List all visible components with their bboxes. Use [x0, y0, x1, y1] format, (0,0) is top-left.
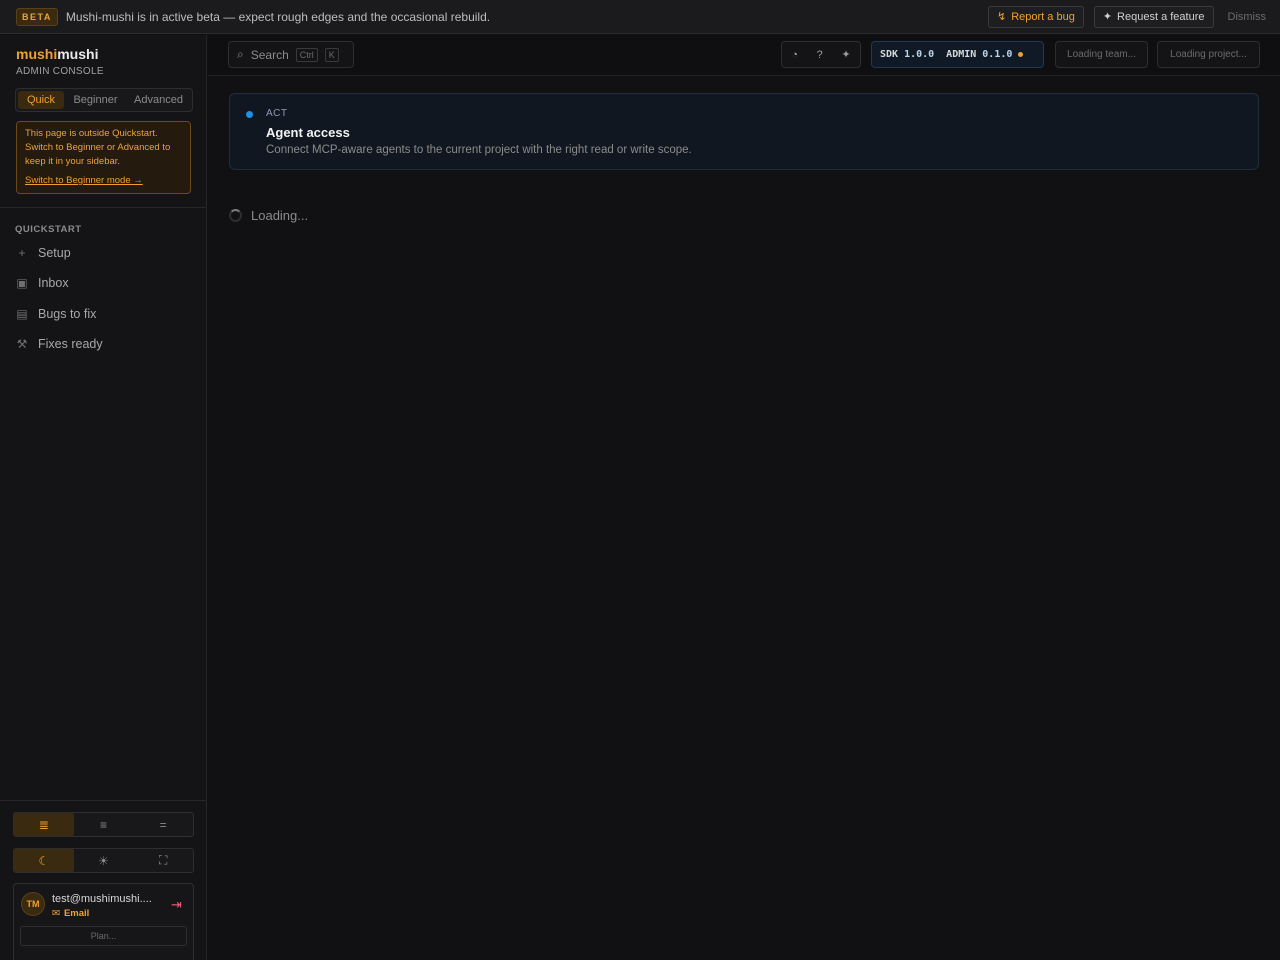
- sidebar: mushimushi ADMIN CONSOLE Quick Beginner …: [0, 35, 207, 960]
- wrench-icon: ⚒: [16, 337, 28, 351]
- plan-button[interactable]: Plan...: [20, 926, 187, 946]
- topbar-icon-group: ◔ ? ✦: [781, 41, 861, 68]
- page-title: Agent access: [266, 125, 350, 140]
- request-feature-label: Request a feature: [1117, 10, 1205, 23]
- logout-icon[interactable]: ⇥: [171, 897, 182, 913]
- mail-icon: ✉: [52, 908, 60, 919]
- spinner-icon: [229, 209, 242, 222]
- topbar: ⌕ Search Ctrl K ◔ ? ✦ SDK 1.0.0 ADMIN 0.…: [208, 35, 1280, 76]
- kbd-k: K: [324, 47, 339, 62]
- page-description: Connect MCP-aware agents to the current …: [266, 144, 692, 156]
- sidebar-item-label: Inbox: [38, 276, 69, 290]
- sdk-version: 1.0.0: [904, 49, 935, 60]
- dismiss-button[interactable]: Dismiss: [1228, 11, 1267, 23]
- sidebar-item-inbox[interactable]: ▣ Inbox: [15, 272, 69, 294]
- sidebar-item-label: Setup: [38, 246, 71, 260]
- user-card: TM test@mushimushi.... ✉ Email ⇥ Plan...: [13, 883, 194, 960]
- notice-text: This page is outside Quickstart. Switch …: [25, 128, 171, 167]
- bell-icon[interactable]: ◔: [791, 49, 798, 61]
- auth-method: ✉ Email: [52, 908, 89, 919]
- logo-rest: mushi: [57, 46, 99, 62]
- request-feature-button[interactable]: ✦ Request a feature: [1093, 5, 1214, 28]
- team-selector[interactable]: Loading team...: [1055, 41, 1148, 68]
- status-dot: [246, 111, 253, 118]
- loading-text: Loading...: [251, 208, 309, 223]
- sidebar-divider: [0, 207, 207, 208]
- sidebar-bottom-divider: [0, 800, 207, 801]
- user-email: test@mushimushi....: [52, 893, 152, 905]
- search-label: Search: [250, 47, 289, 62]
- density-compact-icon[interactable]: ≣: [14, 813, 74, 836]
- search-button[interactable]: ⌕ Search Ctrl K: [228, 41, 354, 68]
- beta-banner: BETA Mushi-mushi is in active beta — exp…: [0, 0, 1280, 34]
- density-switch: ≣ ≡ =: [13, 812, 194, 837]
- admin-version: 0.1.0: [982, 49, 1013, 60]
- status-dot: [1018, 52, 1024, 57]
- page-eyebrow: ACT: [266, 108, 288, 119]
- auth-method-label: Email: [63, 908, 90, 919]
- sparkle-icon: ✦: [1102, 11, 1113, 23]
- quickstart-notice: This page is outside Quickstart. Switch …: [16, 121, 191, 194]
- density-comfortable-icon[interactable]: =: [133, 813, 193, 836]
- sdk-label: SDK: [880, 49, 899, 60]
- loading-indicator: Loading...: [229, 208, 308, 223]
- mode-beginner[interactable]: Beginner: [64, 91, 127, 109]
- console-label: ADMIN CONSOLE: [16, 66, 104, 77]
- kbd-ctrl: Ctrl: [295, 47, 318, 62]
- mode-advanced[interactable]: Advanced: [127, 91, 190, 109]
- list-icon: ▤: [16, 307, 28, 321]
- version-badge: SDK 1.0.0 ADMIN 0.1.0: [871, 41, 1044, 68]
- report-bug-label: Report a bug: [1011, 10, 1075, 23]
- help-icon[interactable]: ?: [817, 49, 823, 61]
- sidebar-item-setup[interactable]: + Setup: [15, 242, 71, 264]
- sidebar-item-label: Bugs to fix: [38, 307, 97, 321]
- density-normal-icon[interactable]: ≡: [74, 813, 134, 836]
- logo[interactable]: mushimushi: [16, 46, 98, 62]
- report-bug-button[interactable]: ↯ Report a bug: [988, 5, 1084, 28]
- plus-icon: +: [18, 246, 26, 260]
- beta-message: Mushi-mushi is in active beta — expect r…: [65, 9, 491, 24]
- moon-icon[interactable]: ☾: [14, 849, 74, 872]
- search-icon: ⌕: [237, 47, 244, 61]
- nav-section-label: QUICKSTART: [15, 224, 82, 235]
- sun-icon[interactable]: ☀: [74, 849, 134, 872]
- mode-switch: Quick Beginner Advanced: [15, 88, 193, 112]
- mode-quick[interactable]: Quick: [18, 91, 64, 109]
- bug-icon: ↯: [997, 11, 1007, 23]
- sparkle-icon[interactable]: ✦: [841, 48, 850, 61]
- page-header-card: ACT Agent access Connect MCP-aware agent…: [229, 93, 1259, 170]
- admin-label: ADMIN: [946, 49, 977, 60]
- logo-accent: mushi: [16, 46, 58, 62]
- theme-switch: ☾ ☀ ⛶: [13, 848, 194, 873]
- sidebar-item-label: Fixes ready: [38, 337, 103, 351]
- inbox-icon: ▣: [16, 276, 28, 290]
- switch-beginner-link[interactable]: Switch to Beginner mode →: [25, 174, 182, 188]
- project-selector[interactable]: Loading project...: [1157, 41, 1260, 68]
- sidebar-item-fixes[interactable]: ⚒ Fixes ready: [15, 333, 103, 355]
- sidebar-item-bugs[interactable]: ▤ Bugs to fix: [15, 303, 96, 325]
- avatar: TM: [21, 892, 45, 916]
- system-theme-icon[interactable]: ⛶: [133, 849, 193, 872]
- beta-badge: BETA: [16, 7, 58, 26]
